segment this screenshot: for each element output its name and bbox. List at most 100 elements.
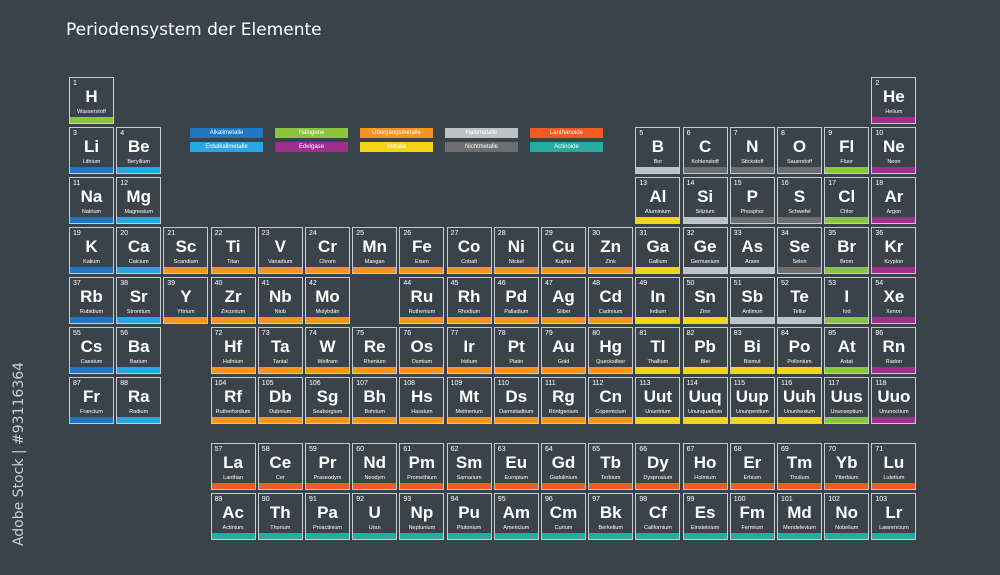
element-name: Argon [886,209,902,215]
element-symbol: Pm [408,453,436,472]
element-cell-y: 39 Y Yttrium [163,277,209,324]
element-cell-cd: 48 Cd Cadmium [588,277,634,324]
element-cell-os: 76 Os Osmium [399,327,445,374]
category-bar [494,417,538,423]
element-cell-se: 34 Se Selen [777,227,822,274]
element-cell-te: 52 Te Tellur [777,277,822,324]
element-name: Cer [275,475,285,481]
element-cell-rb: 37 Rb Rubidium [69,277,114,324]
element-name: Iod [842,309,851,315]
element-name: Bor [653,159,663,165]
element-symbol: Ar [884,187,904,206]
element-name: Cobalt [461,259,478,265]
category-bar [542,317,585,323]
element-symbol: Se [789,237,810,256]
element-name: Xenon [885,309,902,315]
element-symbol: Pt [507,337,525,356]
element-cell-uus: 117 Uus Ununseptium [824,377,870,424]
element-symbol: Mg [126,187,151,206]
element-name: Radon [885,359,902,365]
element-name: Samarium [456,475,482,481]
element-name: Wolfram [317,359,338,365]
element-symbol: W [319,337,336,356]
element-name: Ununtrium [645,409,671,415]
element-name: Fluor [840,159,853,165]
element-name: Titan [227,259,240,265]
element-symbol: Ce [269,453,292,472]
category-bar [683,317,727,323]
category-bar [683,267,727,273]
category-bar [447,317,491,323]
element-symbol: B [651,137,665,156]
category-bar [636,317,680,323]
element-name: Ununhexium [784,409,815,415]
element-cell-al: 13 Al Aluminium [635,177,681,224]
element-cell-mg: 12 Mg Magnesium [116,177,162,224]
category-bar [730,217,774,223]
category-bar [211,483,255,489]
element-symbol: Ru [410,287,434,306]
element-cell-ni: 28 Ni Nickel [493,227,539,274]
category-bar [683,167,727,173]
element-cell-uuo: 118 Uuo Ununoctium [871,377,917,424]
element-name: Yttrium [177,309,195,315]
element-cell-ho: 67 Ho Holmium [682,443,728,490]
category-bar [825,217,869,223]
category-bar [306,417,349,423]
element-name: Meitnerium [455,409,483,415]
category-bar [211,317,255,323]
category-bar [730,483,774,489]
element-symbol: Cn [599,387,623,406]
element-symbol: Al [649,187,667,206]
element-cell-b: 5 B Bor [635,127,681,174]
category-bar [730,317,774,323]
element-name: Actinium [222,525,244,531]
element-name: Rutherfordium [215,409,251,415]
element-name: Molybdän [315,309,340,315]
element-cell-sn: 50 Sn Zinn [682,277,728,324]
element-symbol: Ac [222,503,244,522]
category-bar [778,417,821,423]
category-bar [494,483,538,489]
category-bar [306,483,349,489]
element-symbol: Cf [648,503,667,522]
element-cell-fl: 9 Fl Fluor [824,127,870,174]
element-symbol: Uup [735,387,769,406]
category-bar [447,367,491,373]
element-name: Ruthenium [408,309,436,315]
category-bar [117,317,161,323]
element-symbol: Sn [694,287,716,306]
element-symbol: I [844,287,850,306]
element-name: Tellur [792,309,807,315]
element-symbol: Md [787,503,812,522]
category-bar [589,533,633,539]
element-symbol: He [883,87,905,106]
element-cell-ne: 10 Ne Neon [871,127,917,174]
element-name: Calcium [128,259,149,265]
element-name: Europium [504,475,529,481]
element-symbol: Er [743,453,762,472]
category-bar [117,267,161,273]
element-name: Lawrencium [879,525,909,531]
element-cell-si: 14 Si Silizium [682,177,728,224]
element-name: Silber [556,309,571,315]
element-cell-rn: 86 Rn Radon [871,327,917,374]
category-bar [211,417,255,423]
element-name: Platin [509,359,524,365]
element-cell-sg: 106 Sg Seaborgium [305,377,350,424]
category-bar [494,317,538,323]
element-name: Gadolinium [549,475,578,481]
category-bar [211,267,255,273]
element-name: Kalium [83,259,100,265]
element-name: Helium [885,109,903,115]
category-bar [70,217,113,223]
category-bar [353,367,397,373]
category-bar [258,367,302,373]
element-name: Zirconium [221,309,246,315]
element-symbol: V [274,237,286,256]
category-bar [589,367,633,373]
category-bar [447,267,491,273]
element-name: Darmstadtium [499,409,534,415]
element-cell-cr: 24 Cr Chrom [305,227,350,274]
category-bar [589,317,633,323]
